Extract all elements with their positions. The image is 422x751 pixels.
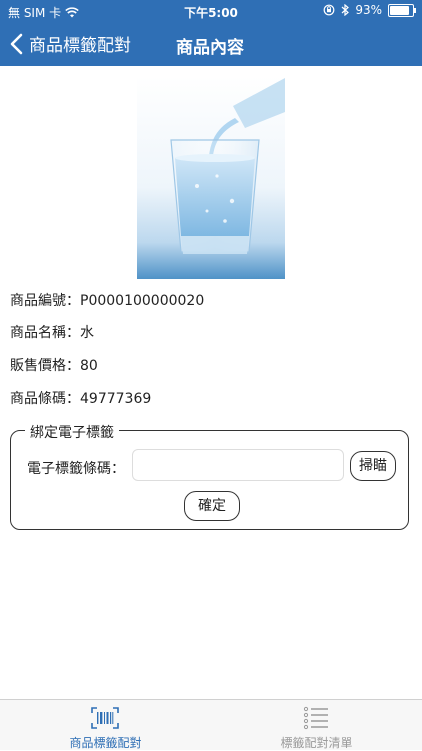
navigation-bar: 商品標籤配對 商品內容 <box>0 22 422 66</box>
page-title: 商品內容 <box>176 38 244 58</box>
product-name-value: 水 <box>80 325 94 341</box>
back-label: 商品標籤配對 <box>29 36 131 56</box>
barcode-scan-icon <box>91 707 119 729</box>
status-bar: 無 SIM 卡 下午5:00 93% <box>0 0 422 22</box>
product-name-label: 商品名稱： <box>10 325 80 341</box>
battery-percent: 93% <box>355 3 382 17</box>
tag-barcode-label: 電子標籤條碼： <box>27 461 125 477</box>
scan-button[interactable]: 掃瞄 <box>350 451 396 481</box>
back-button[interactable]: 商品標籤配對 <box>10 31 131 56</box>
product-barcode-value: 49777369 <box>80 391 152 407</box>
tab-bar: 商品標籤配對 標籤配對清單 <box>0 699 422 750</box>
tag-barcode-input[interactable] <box>132 449 344 481</box>
tab-label: 標籤配對清單 <box>280 736 353 750</box>
product-barcode-label: 商品條碼： <box>10 391 80 407</box>
tab-product-tag-pairing[interactable]: 商品標籤配對 <box>0 700 211 750</box>
product-barcode-row: 商品條碼：49777369 <box>10 388 151 408</box>
product-image <box>137 76 285 279</box>
orientation-lock-icon <box>323 4 335 16</box>
confirm-button[interactable]: 確定 <box>184 491 240 521</box>
status-right: 93% <box>323 3 416 17</box>
chevron-left-icon <box>10 33 23 54</box>
list-icon <box>303 706 328 730</box>
product-code-value: P0000100000020 <box>80 293 205 309</box>
product-code-label: 商品編號： <box>10 293 80 309</box>
tab-pairing-list[interactable]: 標籤配對清單 <box>211 700 422 750</box>
product-code-row: 商品編號：P0000100000020 <box>10 290 204 310</box>
bind-tag-section: 綁定電子標籤 電子標籤條碼： 掃瞄 確定 <box>10 422 409 530</box>
product-price-label: 販售價格： <box>10 358 80 374</box>
product-name-row: 商品名稱：水 <box>10 322 94 342</box>
water-glass-illustration <box>170 78 285 254</box>
bluetooth-icon <box>341 4 350 16</box>
battery-fill <box>390 5 409 15</box>
product-price-value: 80 <box>80 358 98 374</box>
tab-label: 商品標籤配對 <box>69 736 142 750</box>
product-price-row: 販售價格：80 <box>10 355 98 375</box>
bind-section-legend: 綁定電子標籤 <box>25 422 119 442</box>
battery-icon <box>388 3 416 17</box>
